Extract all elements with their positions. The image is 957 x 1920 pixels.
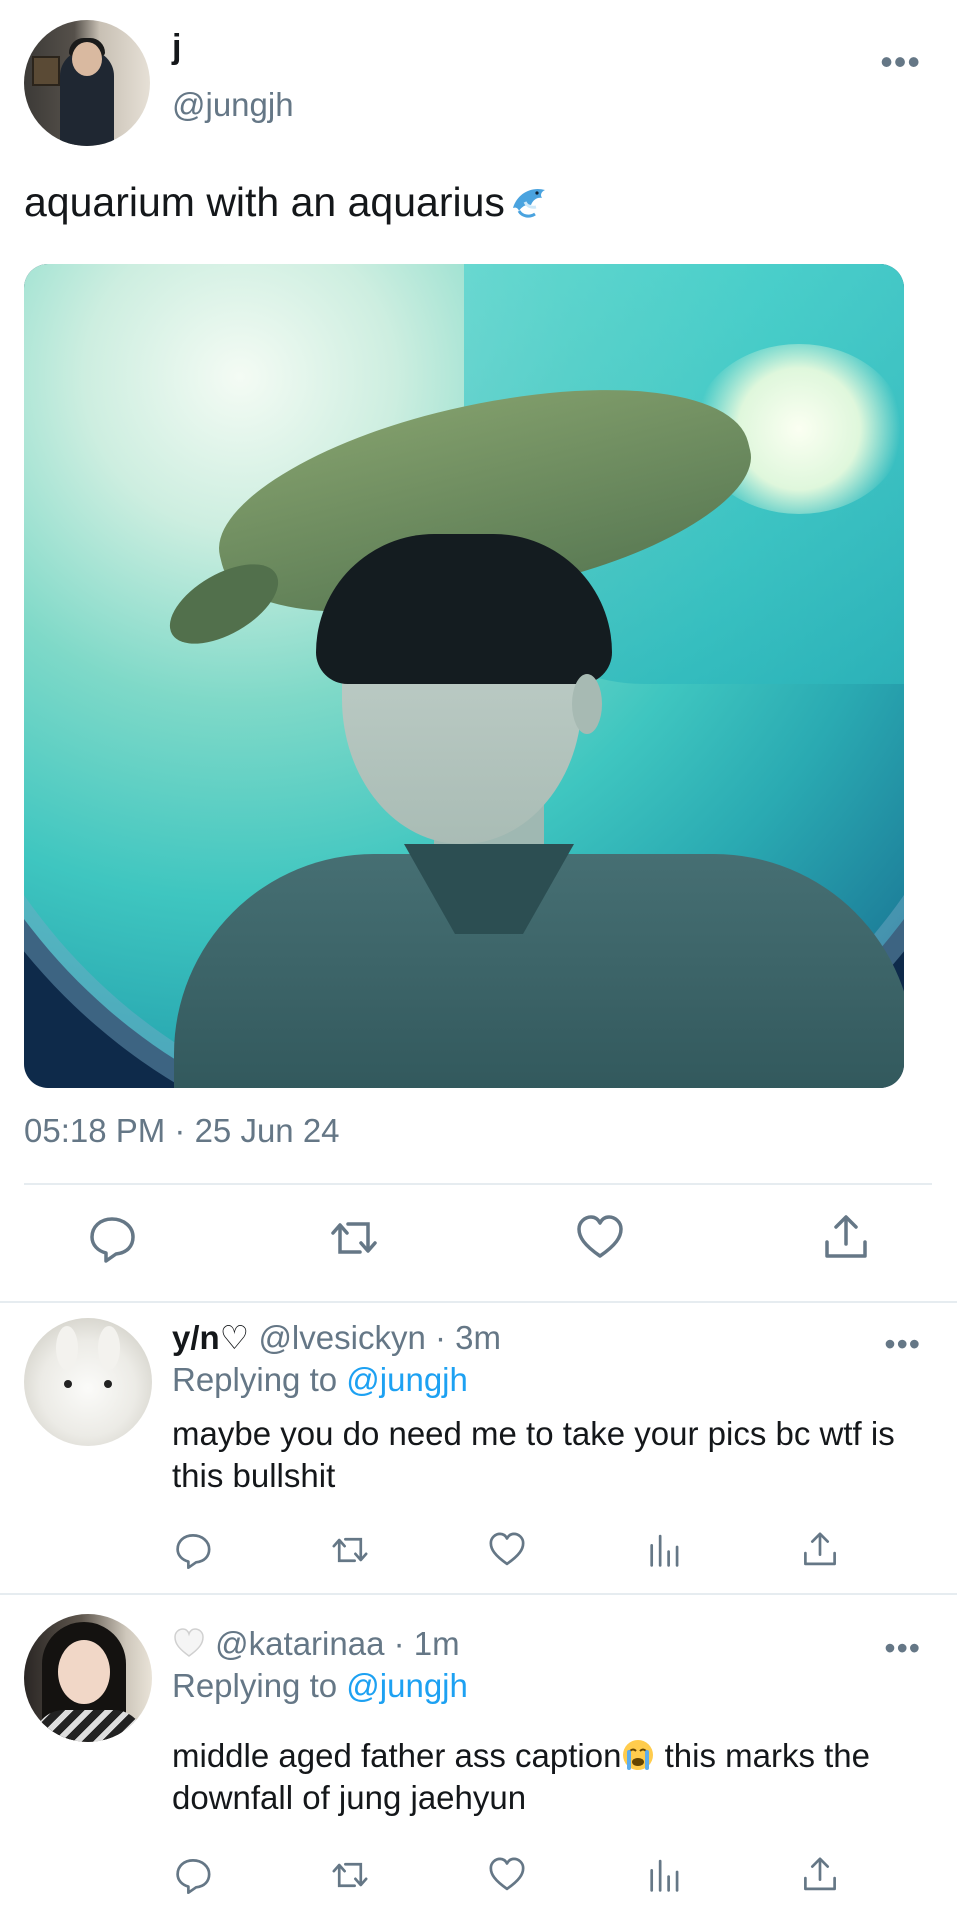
reply-header: y/n♡ @lvesickyn · 3m bbox=[172, 1318, 501, 1357]
retweet-icon[interactable] bbox=[330, 1530, 370, 1570]
white-heart-icon bbox=[172, 1626, 206, 1660]
reply-name[interactable]: y/n♡ bbox=[172, 1319, 249, 1356]
like-icon[interactable] bbox=[574, 1212, 626, 1264]
reply-header: @katarinaa · 1m bbox=[172, 1625, 460, 1663]
replying-to-label: Replying to bbox=[172, 1667, 338, 1704]
reply-text: maybe you do need me to take your pics b… bbox=[172, 1415, 895, 1494]
analytics-icon[interactable] bbox=[644, 1855, 684, 1895]
author-name[interactable]: j bbox=[172, 28, 181, 67]
divider bbox=[24, 1183, 932, 1185]
share-icon[interactable] bbox=[800, 1855, 840, 1895]
replying-to: Replying to @jungjh bbox=[172, 1667, 468, 1705]
reply-avatar[interactable] bbox=[24, 1614, 152, 1742]
dolphin-icon bbox=[507, 178, 551, 222]
retweet-icon[interactable] bbox=[328, 1212, 380, 1264]
share-icon[interactable] bbox=[800, 1530, 840, 1570]
tweet-timestamp[interactable]: 05:18 PM · 25 Jun 24 bbox=[24, 1112, 340, 1150]
main-tweet: j @jungjh ••• aquarium with an aquarius … bbox=[0, 0, 957, 1300]
reply-actions bbox=[0, 1530, 957, 1576]
like-icon[interactable] bbox=[487, 1530, 527, 1570]
reply-time: · 3m bbox=[434, 1319, 501, 1356]
author-handle[interactable]: @jungjh bbox=[172, 86, 294, 124]
reply-icon[interactable] bbox=[86, 1212, 138, 1264]
replying-to-link[interactable]: @jungjh bbox=[346, 1667, 468, 1704]
like-icon[interactable] bbox=[487, 1855, 527, 1895]
replying-to-label: Replying to bbox=[172, 1361, 338, 1398]
replying-to: Replying to @jungjh bbox=[172, 1361, 468, 1399]
tweet-text: aquarium with an aquarius bbox=[24, 178, 551, 226]
retweet-icon[interactable] bbox=[330, 1855, 370, 1895]
reply-item[interactable]: @katarinaa · 1m ••• Replying to @jungjh … bbox=[0, 1595, 957, 1920]
reply-actions bbox=[0, 1855, 957, 1901]
author-avatar[interactable] bbox=[24, 20, 150, 146]
reply-time: · 1m bbox=[393, 1625, 460, 1662]
reply-text: middle aged father ass caption this mark… bbox=[172, 1735, 912, 1819]
reply-handle[interactable]: @lvesickyn bbox=[258, 1319, 425, 1356]
reply-text-part1: middle aged father ass caption bbox=[172, 1737, 622, 1774]
share-icon[interactable] bbox=[820, 1212, 872, 1264]
tweet-actions bbox=[0, 1212, 957, 1282]
reply-icon[interactable] bbox=[173, 1855, 213, 1895]
more-options-icon[interactable]: ••• bbox=[884, 1632, 921, 1664]
analytics-icon[interactable] bbox=[644, 1530, 684, 1570]
reply-handle[interactable]: @katarinaa bbox=[215, 1625, 384, 1662]
reply-avatar[interactable] bbox=[24, 1318, 152, 1446]
reply-icon[interactable] bbox=[173, 1530, 213, 1570]
tweet-photo[interactable] bbox=[24, 264, 904, 1088]
more-options-icon[interactable]: ••• bbox=[884, 1328, 921, 1360]
replying-to-link[interactable]: @jungjh bbox=[346, 1361, 468, 1398]
more-options-icon[interactable]: ••• bbox=[880, 44, 921, 80]
tweet-text-content: aquarium with an aquarius bbox=[24, 179, 505, 225]
reply-item[interactable]: y/n♡ @lvesickyn · 3m ••• Replying to @ju… bbox=[0, 1303, 957, 1593]
crying-face-icon bbox=[621, 1738, 655, 1772]
